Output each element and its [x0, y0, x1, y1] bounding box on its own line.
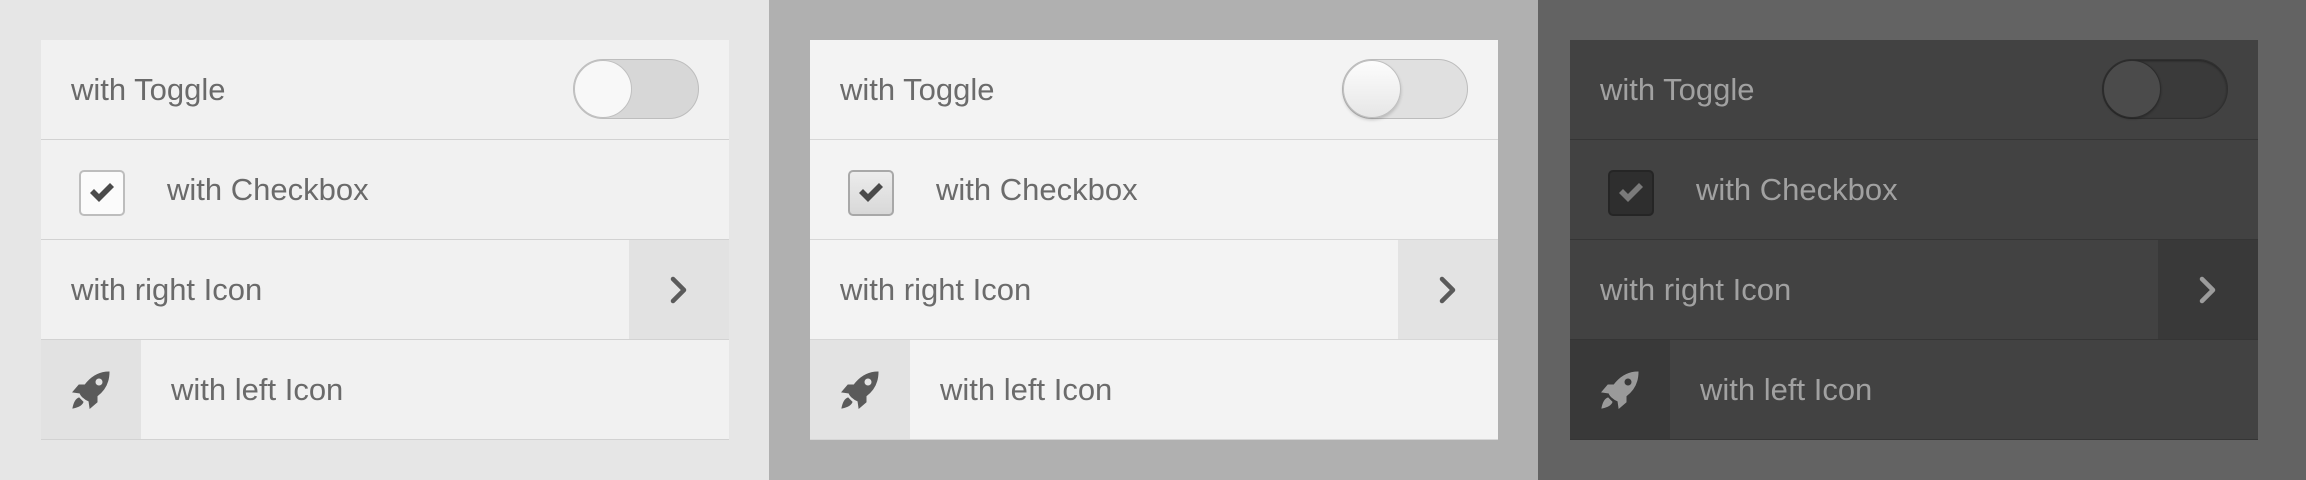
list-item-toggle: with Toggle — [1570, 40, 2258, 140]
list-item-left-icon[interactable]: with left Icon — [1570, 340, 2258, 440]
chevron-right-button[interactable] — [629, 240, 729, 339]
list-item-toggle: with Toggle — [41, 40, 729, 140]
right-icon-label: with right Icon — [840, 271, 1032, 307]
panel-mid: with Toggle with Checkbox with right Ico… — [769, 0, 1538, 480]
stage: with Toggle with Checkbox with right Ico… — [0, 0, 2306, 480]
toggle-knob — [2103, 60, 2161, 118]
checkbox[interactable] — [1608, 170, 1654, 216]
checkbox-label: with Checkbox — [1696, 171, 1898, 207]
left-icon-label: with left Icon — [171, 371, 344, 407]
right-icon-label: with right Icon — [1600, 271, 1792, 307]
list-item-left-icon[interactable]: with left Icon — [41, 340, 729, 440]
toggle-knob — [1343, 60, 1401, 118]
toggle-knob — [574, 60, 632, 118]
checkbox[interactable] — [79, 170, 125, 216]
toggle-label: with Toggle — [840, 71, 995, 107]
list: with Toggle with Checkbox with right Ico… — [41, 40, 729, 440]
checkmark-icon — [1619, 183, 1643, 202]
list-item-right-icon[interactable]: with right Icon — [1570, 240, 2258, 340]
chevron-right-icon — [1439, 276, 1456, 303]
toggle-switch[interactable] — [573, 59, 699, 119]
list: with Toggle with Checkbox with right Ico… — [1570, 40, 2258, 440]
list-item-checkbox: with Checkbox — [810, 140, 1498, 240]
list: with Toggle with Checkbox with right Ico… — [810, 40, 1498, 440]
chevron-right-icon — [670, 276, 687, 303]
rocket-icon — [72, 370, 110, 409]
panel-light: with Toggle with Checkbox with right Ico… — [0, 0, 769, 480]
toggle-switch[interactable] — [1342, 59, 1468, 119]
list-item-toggle: with Toggle — [810, 40, 1498, 140]
rocket-icon-box — [810, 340, 910, 439]
rocket-icon — [1601, 370, 1639, 409]
list-item-checkbox: with Checkbox — [1570, 140, 2258, 240]
list-item-right-icon[interactable]: with right Icon — [41, 240, 729, 340]
checkmark-icon — [859, 183, 883, 202]
checkbox-label: with Checkbox — [936, 171, 1138, 207]
chevron-right-button[interactable] — [1398, 240, 1498, 339]
panel-dark: with Toggle with Checkbox with right Ico… — [1538, 0, 2306, 480]
chevron-right-button[interactable] — [2158, 240, 2258, 339]
left-icon-label: with left Icon — [1700, 371, 1873, 407]
list-item-right-icon[interactable]: with right Icon — [810, 240, 1498, 340]
list-item-checkbox: with Checkbox — [41, 140, 729, 240]
right-icon-label: with right Icon — [71, 271, 263, 307]
rocket-icon — [841, 370, 879, 409]
list-item-left-icon[interactable]: with left Icon — [810, 340, 1498, 440]
rocket-icon-box — [41, 340, 141, 439]
toggle-label: with Toggle — [1600, 71, 1755, 107]
rocket-icon-box — [1570, 340, 1670, 439]
checkmark-icon — [90, 183, 114, 202]
toggle-switch[interactable] — [2102, 59, 2228, 119]
checkbox[interactable] — [848, 170, 894, 216]
checkbox-label: with Checkbox — [167, 171, 369, 207]
chevron-right-icon — [2199, 276, 2216, 303]
toggle-label: with Toggle — [71, 71, 226, 107]
left-icon-label: with left Icon — [940, 371, 1113, 407]
